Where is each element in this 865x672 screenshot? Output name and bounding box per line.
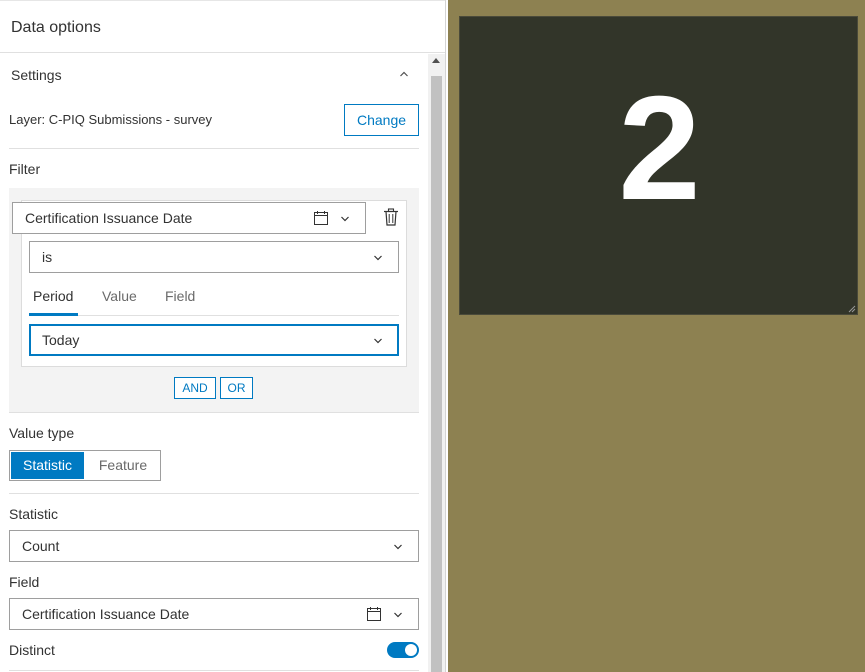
- distinct-toggle[interactable]: [387, 642, 419, 658]
- trash-icon[interactable]: [383, 208, 399, 226]
- filter-operator-select[interactable]: is: [29, 241, 399, 273]
- divider: [9, 148, 419, 149]
- panel-title: Data options: [11, 19, 101, 36]
- statistic-value: Count: [22, 538, 60, 554]
- settings-section-title[interactable]: Settings: [11, 67, 62, 83]
- scroll-up-arrow-icon[interactable]: [432, 58, 440, 63]
- tab-value[interactable]: Value: [102, 288, 137, 304]
- value-type-statistic[interactable]: Statistic: [11, 452, 84, 479]
- panel-top-border: [0, 0, 445, 4]
- filter-field-select[interactable]: Certification Issuance Date: [12, 202, 366, 234]
- resize-handle-icon[interactable]: [847, 304, 856, 313]
- chevron-down-icon: [341, 216, 349, 222]
- filter-operator-value: is: [42, 249, 53, 265]
- divider: [9, 670, 419, 671]
- panel-header: Data options: [0, 5, 445, 53]
- panel-scrollbar[interactable]: [428, 54, 445, 672]
- field-title: Field: [9, 574, 40, 590]
- chevron-up-icon[interactable]: [399, 69, 409, 79]
- or-button[interactable]: OR: [220, 377, 253, 399]
- chevron-down-icon: [394, 612, 402, 618]
- panel-content: Settings Layer: C-PIQ Submissions - surv…: [0, 54, 428, 672]
- statistic-title: Statistic: [9, 506, 59, 522]
- value-type-title: Value type: [9, 425, 75, 441]
- divider: [9, 412, 419, 413]
- and-button[interactable]: AND: [174, 377, 216, 399]
- tab-period[interactable]: Period: [33, 288, 73, 304]
- divider: [9, 493, 419, 494]
- chevron-down-icon: [394, 544, 402, 550]
- change-layer-button[interactable]: Change: [344, 104, 419, 136]
- distinct-title: Distinct: [9, 642, 55, 658]
- tab-field[interactable]: Field: [165, 288, 195, 304]
- calendar-icon: [314, 211, 328, 225]
- filter-mode-tabs: Period Value Field: [29, 280, 399, 316]
- toggle-knob: [405, 644, 417, 656]
- calendar-icon: [367, 607, 381, 621]
- value-type-feature[interactable]: Feature: [86, 452, 160, 479]
- filter-field-value: Certification Issuance Date: [25, 210, 193, 226]
- scroll-thumb[interactable]: [431, 76, 442, 672]
- indicator-card[interactable]: 2: [459, 16, 858, 315]
- filter-period-value: Today: [42, 332, 80, 348]
- indicator-value: 2: [618, 66, 701, 231]
- layer-label: Layer: C-PIQ Submissions - survey: [9, 112, 213, 127]
- statistic-field-value: Certification Issuance Date: [22, 606, 190, 622]
- chevron-down-icon: [374, 338, 382, 344]
- value-type-segmented-control: Statistic Feature: [9, 450, 161, 481]
- statistic-field-select[interactable]: Certification Issuance Date: [9, 598, 419, 630]
- active-tab-indicator: [29, 313, 78, 316]
- data-options-panel: Data options Settings Layer: C-PIQ Submi…: [0, 0, 446, 672]
- filter-section-title: Filter: [9, 161, 41, 177]
- chevron-down-icon: [374, 255, 382, 261]
- filter-period-select[interactable]: Today: [29, 324, 399, 356]
- statistic-select[interactable]: Count: [9, 530, 419, 562]
- indicator-preview-area: 2: [448, 0, 865, 672]
